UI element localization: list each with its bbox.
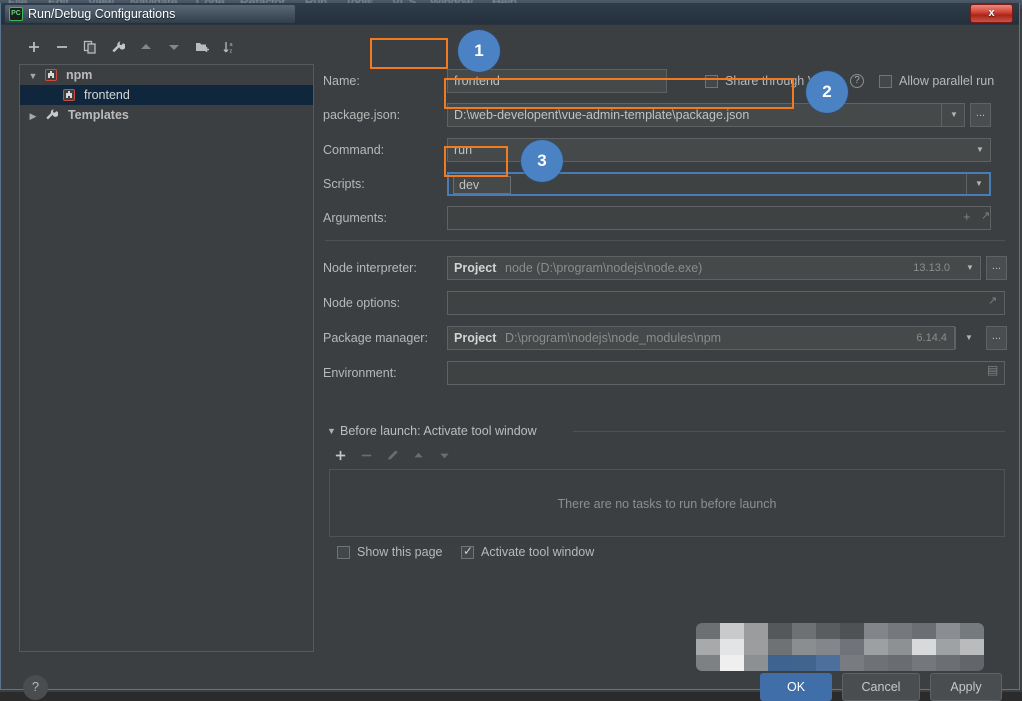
npm-icon (45, 69, 58, 81)
name-label: Name: (323, 74, 360, 88)
dialog-title-bar[interactable]: PC Run/Debug Configurations x (1, 3, 1019, 25)
pencil-icon (381, 445, 403, 465)
tree-node-npm[interactable]: ▼ npm (20, 65, 313, 85)
package-manager-version: 6.14.4 (916, 332, 947, 344)
tree-node-templates[interactable]: ▶ Templates (20, 105, 313, 125)
show-this-page-checkbox[interactable] (337, 546, 350, 559)
callout-badge-3: 3 (521, 140, 563, 182)
add-configuration-button[interactable] (23, 37, 45, 59)
node-interpreter-label: Node interpreter: (323, 261, 417, 275)
allow-parallel-run-label: Allow parallel run (899, 74, 995, 88)
wrench-icon (45, 107, 59, 127)
package-json-label: package.json: (323, 108, 401, 122)
before-launch-toolbar (329, 445, 629, 467)
arguments-label: Arguments: (323, 211, 387, 225)
svg-text:z: z (230, 49, 233, 55)
form-divider (325, 240, 1005, 241)
node-interpreter-field[interactable]: Project node (D:\program\nodejs\node.exe… (447, 256, 981, 280)
title-bar-background-blur (311, 8, 314, 20)
package-manager-label: Package manager: (323, 331, 428, 345)
package-manager-field[interactable]: Project D:\program\nodejs\node_modules\n… (447, 326, 955, 350)
chevron-down-icon[interactable]: ▼ (971, 139, 989, 161)
package-json-browse-button[interactable]: ... (970, 103, 991, 127)
tree-node-frontend[interactable]: frontend (20, 85, 313, 105)
wrench-icon[interactable] (107, 37, 129, 59)
folder-add-icon[interactable] (191, 37, 213, 59)
remove-configuration-button[interactable] (51, 37, 73, 59)
tree-node-label: npm (65, 68, 93, 82)
allow-parallel-run-checkbox[interactable] (879, 75, 892, 88)
chevron-down-icon[interactable]: ▼ (961, 257, 979, 279)
before-launch-title: Before launch: Activate tool window (340, 424, 537, 438)
copy-configuration-button[interactable] (79, 37, 101, 59)
pixelated-redaction-overlay (696, 623, 984, 671)
twisty-collapsed-icon[interactable]: ▶ (24, 106, 42, 126)
chevron-down-icon[interactable]: ▼ (960, 327, 978, 349)
twisty-expanded-icon[interactable]: ▼ (327, 426, 336, 436)
scripts-dropdown-separator (966, 174, 967, 194)
tree-node-label: frontend (83, 88, 130, 102)
svg-text:a: a (230, 42, 234, 48)
configurations-tree[interactable]: ▼ npm frontend ▶ Templates (19, 64, 314, 652)
pycharm-icon: PC (9, 7, 23, 21)
close-icon[interactable]: x (970, 4, 1013, 23)
ok-button[interactable]: OK (760, 673, 832, 701)
scripts-value[interactable]: dev (453, 176, 511, 194)
package-manager-dropdown-separator (955, 327, 956, 349)
node-interpreter-version: 13.13.0 (913, 262, 950, 274)
scripts-label: Scripts: (323, 177, 365, 191)
callout-badge-1: 1 (458, 30, 500, 72)
twisty-expanded-icon[interactable]: ▼ (24, 66, 42, 86)
node-interpreter-scope: Project (454, 261, 497, 275)
package-manager-value: D:\program\nodejs\node_modules\npm (505, 331, 722, 345)
package-json-field[interactable]: D:\web-developent\vue-admin-template\pac… (447, 103, 965, 127)
node-options-field[interactable] (447, 291, 1005, 315)
expand-icon[interactable]: ↗ (981, 209, 990, 222)
remove-task-button (355, 445, 377, 465)
name-field[interactable]: frontend (447, 69, 667, 93)
environment-field[interactable] (447, 361, 1005, 385)
share-through-vcs-checkbox[interactable] (705, 75, 718, 88)
package-manager-scope: Project (454, 331, 497, 345)
package-json-dropdown-separator (941, 104, 942, 126)
arrow-down-icon[interactable] (163, 37, 185, 59)
before-launch-divider (573, 431, 1005, 432)
activate-tool-window-checkbox[interactable] (461, 544, 474, 559)
npm-icon (63, 89, 76, 101)
arguments-field[interactable] (447, 206, 991, 230)
chevron-down-icon[interactable]: ▼ (945, 104, 963, 126)
activate-tool-window-label: Activate tool window (481, 545, 595, 559)
node-interpreter-browse-button[interactable]: ... (986, 256, 1007, 280)
task-move-down-button (433, 445, 455, 465)
chevron-down-icon[interactable]: ▼ (970, 173, 988, 195)
apply-button[interactable]: Apply (930, 673, 1002, 701)
dialog-body: a z ▼ npm frontend ▶ Templates Name: fro… (1, 25, 1019, 701)
question-mark-icon[interactable]: ? (850, 74, 864, 88)
environment-label: Environment: (323, 366, 397, 380)
add-task-button[interactable] (329, 445, 351, 465)
node-interpreter-value: node (D:\program\nodejs\node.exe) (505, 261, 703, 275)
help-button[interactable]: ? (23, 675, 48, 700)
package-manager-browse-button[interactable]: ... (986, 326, 1007, 350)
list-editor-icon[interactable]: ▤ (987, 363, 998, 377)
run-debug-configurations-dialog: PC Run/Debug Configurations x a z ▼ npm … (0, 3, 1020, 701)
configuration-form: Name: frontend Share through VCS ? Allow… (323, 35, 1008, 652)
plus-icon[interactable]: + (963, 209, 971, 224)
tree-toolbar: a z (19, 35, 314, 63)
tree-node-label: Templates (67, 108, 129, 122)
callout-badge-2: 2 (806, 71, 848, 113)
node-options-label: Node options: (323, 296, 401, 310)
task-move-up-button (407, 445, 429, 465)
command-label: Command: (323, 143, 385, 157)
show-this-page-label: Show this page (357, 545, 443, 559)
arrow-up-icon[interactable] (135, 37, 157, 59)
expand-icon[interactable]: ↗ (988, 294, 997, 307)
configurations-panel: a z ▼ npm frontend ▶ Templates (19, 35, 314, 652)
before-launch-task-list[interactable]: There are no tasks to run before launch (329, 469, 1005, 537)
sort-az-icon[interactable]: a z (219, 37, 241, 59)
dialog-title: Run/Debug Configurations (28, 7, 176, 21)
cancel-button[interactable]: Cancel (842, 673, 920, 701)
